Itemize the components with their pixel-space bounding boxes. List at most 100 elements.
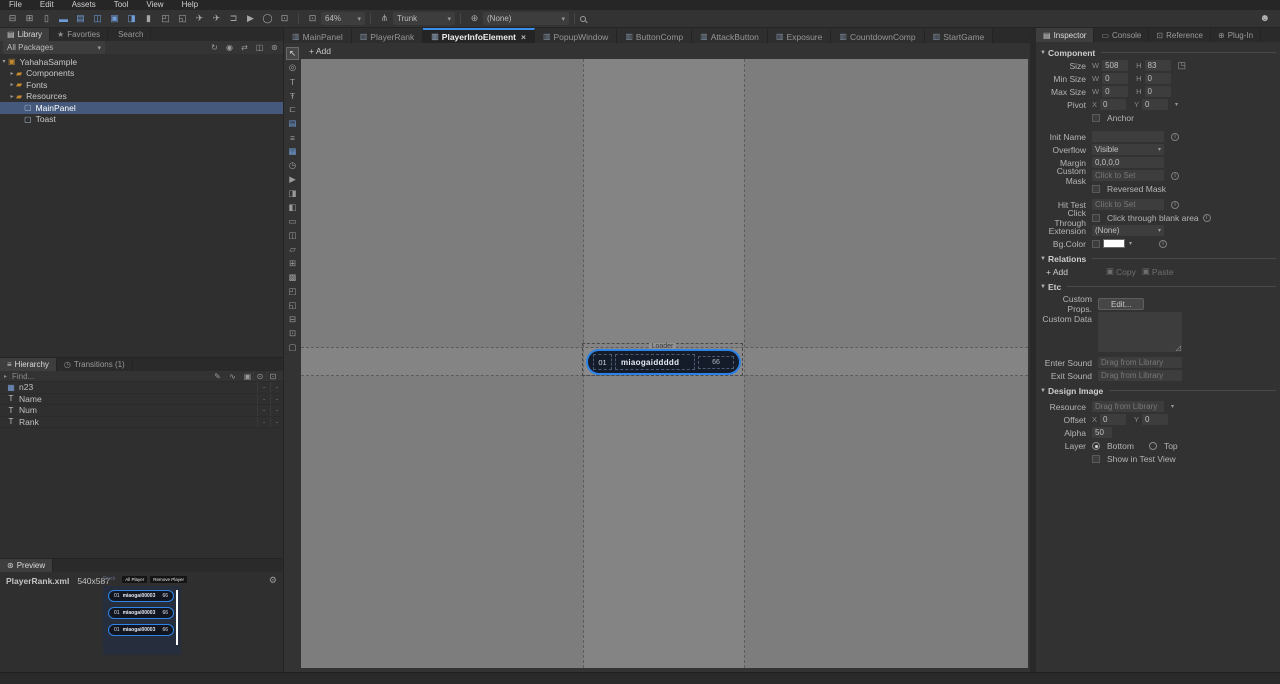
new-graph-icon[interactable]: ▤	[73, 12, 88, 26]
lock-toggle[interactable]	[270, 405, 283, 416]
tree-tool[interactable]: ▩	[286, 271, 299, 284]
import-icon[interactable]: ⊐	[226, 12, 241, 26]
document-tab[interactable]: ▥ PlayerInfoElement	[423, 28, 535, 43]
library-tree-item[interactable]: ▢ MainPanel	[0, 102, 283, 114]
custom-data-textarea[interactable]: ◿	[1098, 312, 1182, 352]
close-tab-icon[interactable]	[521, 32, 526, 42]
info-icon[interactable]	[1159, 240, 1167, 248]
edit-icon[interactable]: ✎	[212, 372, 223, 381]
hierarchy-row[interactable]: T Rank	[0, 417, 283, 429]
hit-test-input[interactable]: Click to Set	[1092, 199, 1164, 210]
library-tree-item[interactable]: ▸ ▰ Components	[0, 68, 283, 80]
branch-select[interactable]: Trunk▾	[393, 12, 455, 25]
save-icon[interactable]: ◰	[158, 12, 173, 26]
init-name-input[interactable]	[1092, 131, 1164, 142]
pivot-x-input[interactable]: 0	[1100, 99, 1126, 110]
edit-custom-props-button[interactable]: Edit...	[1098, 298, 1144, 310]
hierarchy-row[interactable]: T Num	[0, 405, 283, 417]
max-width-input[interactable]: 0	[1102, 86, 1128, 97]
info-icon[interactable]	[1203, 214, 1211, 222]
min-width-input[interactable]: 0	[1102, 73, 1128, 84]
select-tool[interactable]: ↖	[286, 47, 299, 60]
slider-tool[interactable]: ◫	[286, 229, 299, 242]
list-tool[interactable]: ≡	[286, 131, 299, 144]
offset-y-input[interactable]: 0	[1142, 414, 1168, 425]
document-tab[interactable]: ▥ AttackButton	[692, 28, 768, 43]
mobile-preview-icon[interactable]: ▯	[39, 12, 54, 26]
library-tab[interactable]: ▤Library	[0, 28, 50, 41]
layer-bottom-radio[interactable]	[1092, 442, 1100, 450]
refresh-icon[interactable]: ↻	[209, 43, 220, 52]
etc-section-header[interactable]: ▼ Etc	[1038, 280, 1276, 293]
tree-expander-icon[interactable]: ▸	[8, 81, 16, 88]
find-input[interactable]: Find...	[12, 372, 34, 381]
relations-section-header[interactable]: ▼ Relations	[1038, 252, 1276, 265]
combobox-tool[interactable]: ◧	[286, 201, 299, 214]
tree-expander-icon[interactable]: ▾	[0, 58, 8, 65]
new-file-icon[interactable]: ⊞	[22, 12, 37, 26]
design-resource-input[interactable]: Drag from Library	[1092, 401, 1164, 412]
margin-input[interactable]: 0,0,0,0	[1092, 157, 1164, 168]
enter-sound-input[interactable]: Drag from Library	[1098, 357, 1182, 368]
movieclip-tool[interactable]: ▶	[286, 173, 299, 186]
resize-expand-icon[interactable]: ◳	[1178, 60, 1187, 71]
package-filter-select[interactable]: All Packages▾	[3, 41, 105, 54]
component-tool[interactable]: ◰	[286, 285, 299, 298]
show-in-test-view-checkbox[interactable]	[1092, 455, 1100, 463]
menu-item[interactable]: View	[137, 0, 172, 10]
document-tab[interactable]: ▥ MainPanel	[284, 28, 352, 43]
locate-icon[interactable]: ◉	[224, 43, 235, 52]
paste-relations-button[interactable]: ▣Paste	[1142, 266, 1174, 277]
misc-tool[interactable]: ▢	[286, 341, 299, 354]
inspector-tab[interactable]: ⊡Reference	[1149, 28, 1211, 42]
library-tab[interactable]: ★Favorties	[50, 28, 108, 41]
publish-icon[interactable]: ✈	[192, 12, 207, 26]
library-tree-item[interactable]: ▸ ▰ Fonts	[0, 79, 283, 91]
resource-dropdown-icon[interactable]: ▾	[1171, 403, 1174, 410]
overflow-select[interactable]: Visible▾	[1092, 144, 1164, 155]
offset-x-input[interactable]: 0	[1100, 414, 1126, 425]
library-tree-item[interactable]: ▢ Toast	[0, 114, 283, 126]
package-icon[interactable]: ▮	[141, 12, 156, 26]
design-image-section-header[interactable]: ▼ Design Image	[1038, 384, 1276, 397]
rank-text-node[interactable]: 01	[593, 354, 612, 370]
document-tab[interactable]: ▥ PlayerRank	[352, 28, 424, 43]
hierarchy-row[interactable]: ▦ n23	[0, 382, 283, 394]
lock-toggle[interactable]	[270, 417, 283, 428]
menu-item[interactable]: File	[0, 0, 31, 10]
info-icon[interactable]	[1171, 201, 1179, 209]
image-tool[interactable]: ▤	[286, 117, 299, 130]
menu-item[interactable]: Tool	[105, 0, 138, 10]
document-tab[interactable]: ▥ ButtonComp	[617, 28, 692, 43]
text-tool[interactable]: T	[286, 75, 299, 88]
pivot-preset-dropdown-icon[interactable]: ▾	[1175, 101, 1178, 108]
graph-tool[interactable]: ◱	[286, 299, 299, 312]
num-text-node[interactable]: 66	[698, 356, 734, 369]
visibility-toggle[interactable]	[257, 405, 270, 416]
richtext-tool[interactable]: Ŧ	[286, 89, 299, 102]
zoom-select[interactable]: 64%▾	[321, 12, 365, 25]
document-tab[interactable]: ▥ CountdownComp	[831, 28, 924, 43]
size-width-input[interactable]: 508	[1102, 60, 1128, 71]
circle-tool[interactable]: ⊡	[286, 327, 299, 340]
exit-sound-input[interactable]: Drag from Library	[1098, 370, 1182, 381]
max-height-input[interactable]: 0	[1145, 86, 1171, 97]
info-icon[interactable]	[1171, 133, 1179, 141]
size-height-input[interactable]: 83	[1145, 60, 1171, 71]
curve-icon[interactable]: ∿	[227, 372, 238, 381]
alpha-input[interactable]: 50	[1092, 427, 1112, 438]
min-height-input[interactable]: 0	[1145, 73, 1171, 84]
save-all-icon[interactable]: ◱	[175, 12, 190, 26]
group-icon[interactable]: ⊛	[269, 43, 280, 52]
columns-icon[interactable]: ◫	[254, 43, 265, 52]
loader-tool[interactable]: ▦	[286, 145, 299, 158]
button-tool[interactable]: ◨	[286, 187, 299, 200]
extension-select[interactable]: (None)▾	[1092, 225, 1164, 236]
tree-expander-icon[interactable]: ▸	[8, 70, 16, 77]
copy-relations-button[interactable]: ▣Copy	[1106, 266, 1136, 277]
inspector-tab[interactable]: ▤Inspector	[1036, 28, 1094, 42]
inspector-tab[interactable]: ⊕Plug-In	[1211, 28, 1261, 42]
player-info-element[interactable]: 01 miaogaiddddd 66	[586, 349, 741, 375]
document-tab[interactable]: ▥ Exposure	[768, 28, 831, 43]
display-mode-icon[interactable]: ⊡	[305, 12, 320, 26]
